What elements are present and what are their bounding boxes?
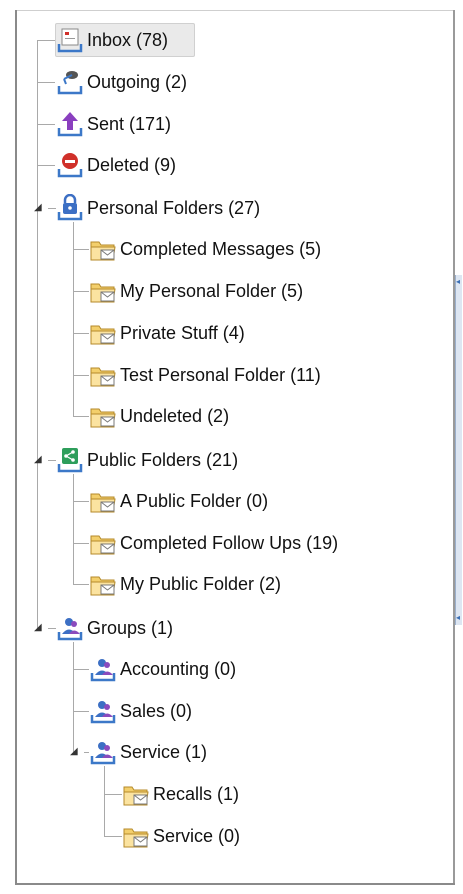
tree-line xyxy=(73,291,89,292)
tree-item-label: Sales (0) xyxy=(120,701,193,721)
group-icon xyxy=(90,742,116,765)
group-icon xyxy=(90,701,116,724)
panel-border-top xyxy=(15,10,455,11)
folder-mail-icon xyxy=(123,786,149,806)
group-icon xyxy=(57,618,83,641)
expanded-triangle-icon[interactable]: ◢ xyxy=(34,623,44,633)
tree-item-label: Service (0) xyxy=(153,826,241,846)
tree-line xyxy=(37,124,55,125)
panel-border-left xyxy=(15,10,17,884)
tree-item-label: Personal Folders (27) xyxy=(87,198,261,218)
tree-item-label: Completed Messages (5) xyxy=(120,239,322,259)
panel-border-bottom xyxy=(15,883,455,885)
folder-mail-icon xyxy=(90,241,116,261)
tree-item-deleted[interactable]: Deleted (9) xyxy=(56,149,176,181)
tree-line xyxy=(73,474,74,584)
tree-line xyxy=(73,584,89,585)
tree-item-folder[interactable]: Completed Follow Ups (19) xyxy=(89,527,338,559)
tree-item-folder[interactable]: Private Stuff (4) xyxy=(89,317,245,349)
tree-line xyxy=(73,333,89,334)
tree-item-label: Completed Follow Ups (19) xyxy=(120,533,339,553)
tree-line xyxy=(37,165,55,166)
tree-item-label: Outgoing (2) xyxy=(87,72,188,92)
tree-item-label: Accounting (0) xyxy=(120,659,237,679)
tree-item-folder[interactable]: A Public Folder (0) xyxy=(89,485,268,517)
tree-line xyxy=(73,249,89,250)
tree-item-label: A Public Folder (0) xyxy=(120,491,269,511)
tree-line xyxy=(104,794,122,795)
tree-line xyxy=(73,222,74,416)
folder-mail-icon xyxy=(90,283,116,303)
tree-line xyxy=(73,501,89,502)
tree-item-group[interactable]: Sales (0) xyxy=(89,695,192,727)
tree-line xyxy=(37,40,55,41)
lock-icon xyxy=(57,194,83,221)
tree-item-personal-folders[interactable]: Personal Folders (27) xyxy=(56,192,260,224)
tree-item-label: Recalls (1) xyxy=(153,784,240,804)
share-icon xyxy=(57,448,83,473)
tree-item-folder[interactable]: Completed Messages (5) xyxy=(89,233,321,265)
folder-tree-panel: ◂ ◂ ◢ ◢ ◢ ◢ Inbox (78) Outgoing (2) Sent… xyxy=(0,0,463,894)
folder-mail-icon xyxy=(90,367,116,387)
tree-item-folder[interactable]: Undeleted (2) xyxy=(89,400,229,432)
tree-item-folder[interactable]: Test Personal Folder (11) xyxy=(89,359,321,391)
tree-item-folder[interactable]: Service (0) xyxy=(122,820,240,852)
inbox-icon xyxy=(57,28,83,53)
outgoing-icon xyxy=(57,71,83,95)
tree-line xyxy=(37,82,55,83)
folder-mail-icon xyxy=(90,535,116,555)
group-icon xyxy=(90,659,116,682)
tree-item-label: Test Personal Folder (11) xyxy=(120,365,321,385)
scroll-up-icon[interactable]: ◂ xyxy=(456,278,461,286)
sent-icon xyxy=(57,112,83,137)
scroll-down-icon[interactable]: ◂ xyxy=(456,614,461,622)
tree-item-label: Private Stuff (4) xyxy=(120,323,245,343)
tree-line xyxy=(73,669,89,670)
tree-line xyxy=(73,543,89,544)
expanded-triangle-icon[interactable]: ◢ xyxy=(34,203,44,213)
tree-item-group[interactable]: Accounting (0) xyxy=(89,653,236,685)
tree-item-label: My Personal Folder (5) xyxy=(120,281,304,301)
scrollbar[interactable] xyxy=(455,275,462,625)
tree-line xyxy=(48,208,56,209)
expanded-triangle-icon[interactable]: ◢ xyxy=(34,455,44,465)
tree-line xyxy=(73,711,89,712)
tree-item-label: Deleted (9) xyxy=(87,155,177,175)
tree-item-sent[interactable]: Sent (171) xyxy=(56,108,171,140)
folder-mail-icon xyxy=(90,325,116,345)
tree-item-groups[interactable]: Groups (1) xyxy=(56,612,173,644)
tree-item-label: Public Folders (21) xyxy=(87,450,239,470)
tree-line xyxy=(48,628,56,629)
folder-mail-icon xyxy=(90,408,116,428)
deleted-icon xyxy=(57,153,83,178)
tree-item-inbox[interactable]: Inbox (78) xyxy=(55,23,195,57)
expanded-triangle-icon[interactable]: ◢ xyxy=(70,747,80,757)
tree-item-outgoing[interactable]: Outgoing (2) xyxy=(56,66,187,98)
folder-mail-icon xyxy=(123,828,149,848)
tree-line xyxy=(104,766,105,836)
tree-item-label: Inbox (78) xyxy=(87,30,169,50)
tree-item-folder[interactable]: My Public Folder (2) xyxy=(89,568,281,600)
tree-item-public-folders[interactable]: Public Folders (21) xyxy=(56,444,238,476)
tree-item-label: Undeleted (2) xyxy=(120,406,230,426)
tree-line xyxy=(73,416,89,417)
tree-item-folder[interactable]: My Personal Folder (5) xyxy=(89,275,303,307)
folder-mail-icon xyxy=(90,493,116,513)
folder-mail-icon xyxy=(90,576,116,596)
tree-item-folder[interactable]: Recalls (1) xyxy=(122,778,239,810)
tree-item-group[interactable]: Service (1) xyxy=(89,736,207,768)
tree-item-label: Service (1) xyxy=(120,742,208,762)
tree-line xyxy=(73,375,89,376)
tree-line xyxy=(73,642,74,752)
tree-line xyxy=(37,40,38,628)
tree-line xyxy=(104,836,122,837)
tree-item-label: My Public Folder (2) xyxy=(120,574,282,594)
tree-item-label: Sent (171) xyxy=(87,114,172,134)
tree-item-label: Groups (1) xyxy=(87,618,174,638)
tree-line xyxy=(48,460,56,461)
